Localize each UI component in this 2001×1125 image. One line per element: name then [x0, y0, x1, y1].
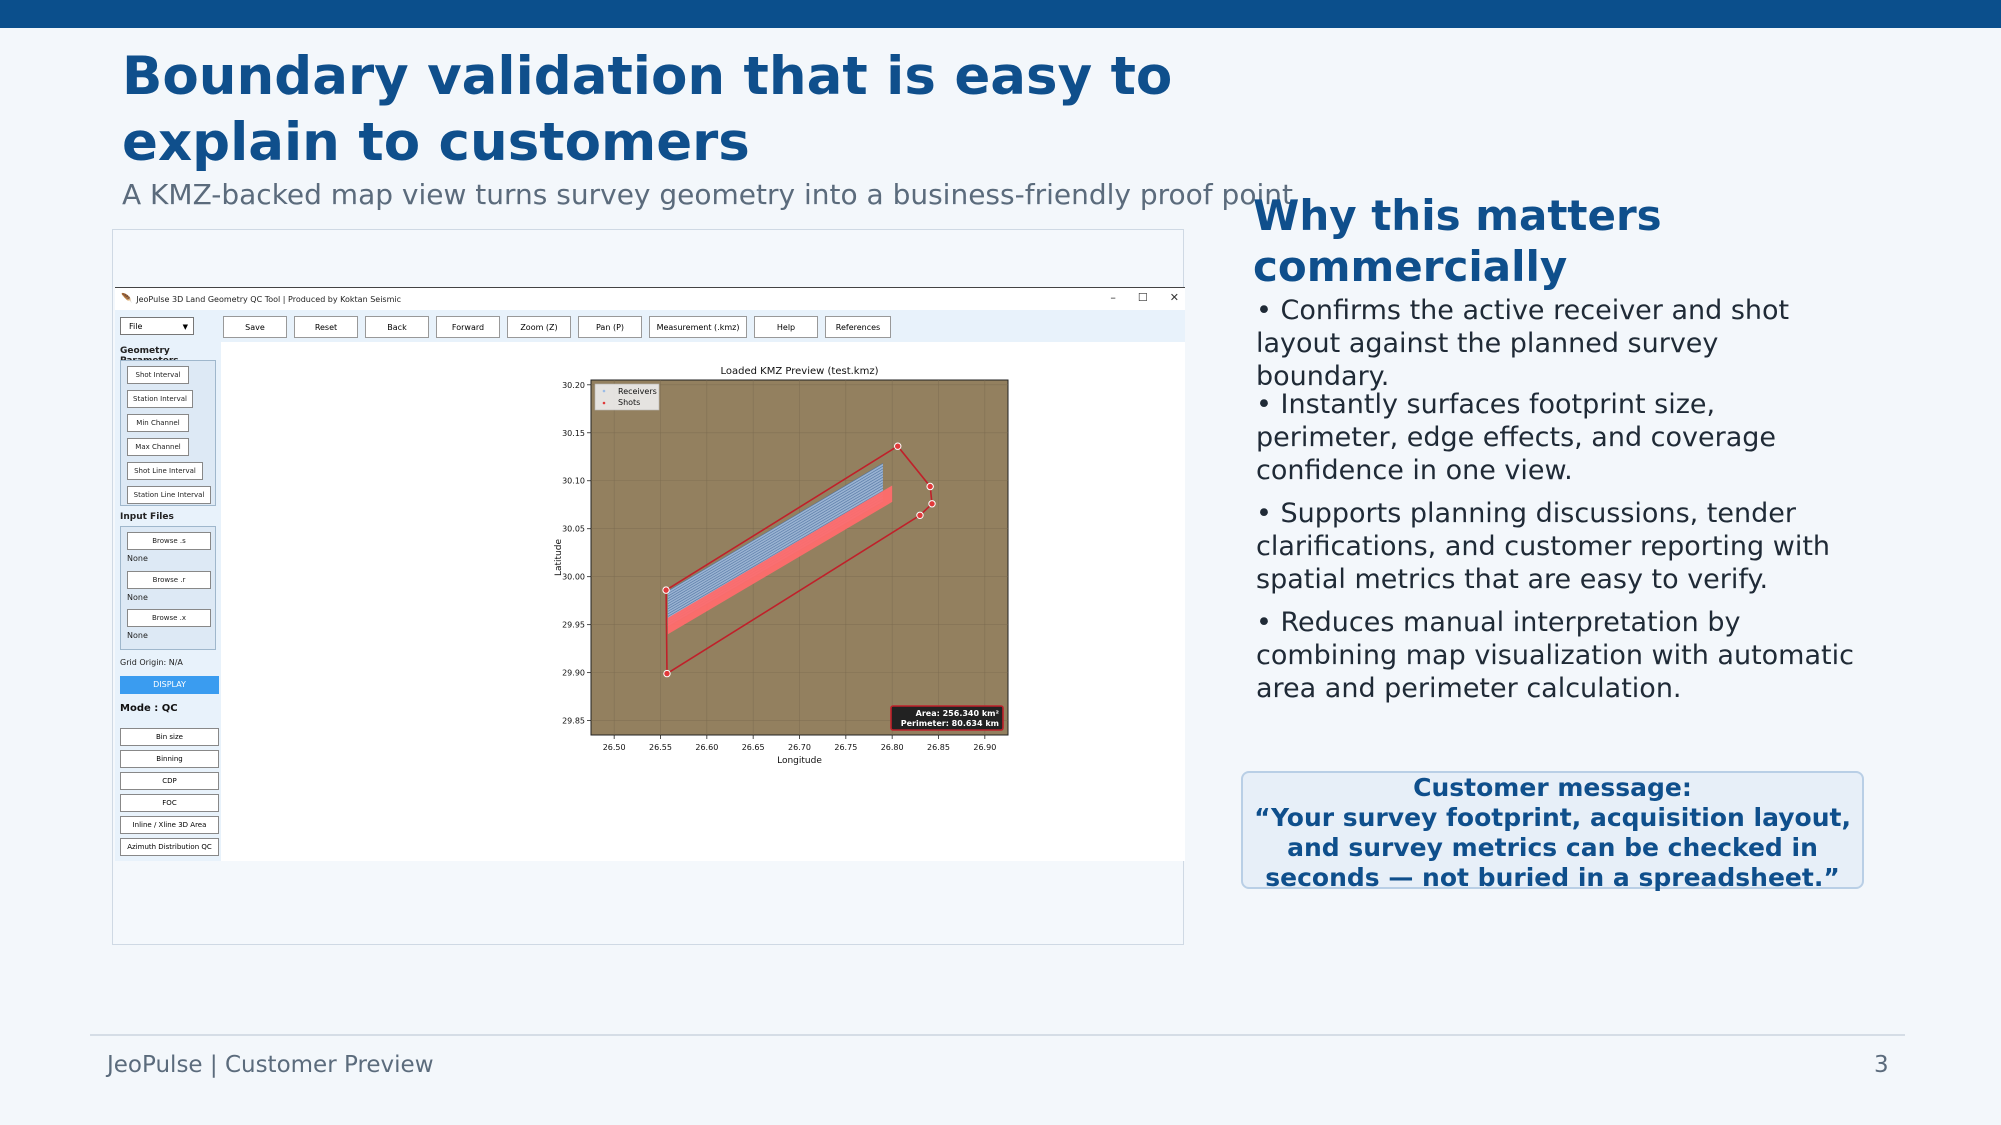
app-titlebar: 🪶 JeoPulse 3D Land Geometry QC Tool | Pr… [115, 288, 1185, 310]
app-window: 🪶 JeoPulse 3D Land Geometry QC Tool | Pr… [115, 287, 1185, 861]
references-button[interactable]: References [825, 316, 891, 338]
boundary-vertex [916, 511, 924, 519]
y-tick-label: 30.05 [562, 525, 585, 534]
y-tick-label: 30.10 [562, 477, 585, 486]
mode-label: Mode : QC [120, 703, 178, 714]
boundary-vertex [928, 500, 936, 508]
display-button[interactable]: DISPLAY [120, 676, 219, 694]
screenshot-frame: 🪶 JeoPulse 3D Land Geometry QC Tool | Pr… [112, 229, 1185, 945]
file-menu-label: File [129, 322, 143, 331]
bullet-1: • Confirms the active receiver and shot … [1256, 295, 1790, 392]
x-tick-label: 26.85 [927, 743, 950, 752]
foc-button[interactable]: FOC [120, 794, 219, 812]
geometry-parameters-box: Shot Interval Station Interval Min Chann… [120, 360, 216, 506]
input-x-status: None [127, 631, 148, 640]
y-tick-label: 30.15 [562, 429, 585, 438]
boundary-vertex [926, 482, 934, 491]
customer-message-heading: Customer message: [1413, 773, 1692, 802]
browse-s-button[interactable]: Browse .s [127, 532, 211, 550]
reset-button[interactable]: Reset [294, 316, 358, 338]
y-tick-label: 30.00 [562, 573, 585, 582]
y-tick-label: 29.85 [562, 717, 585, 726]
shot-line-interval-button[interactable]: Shot Line Interval [127, 462, 203, 480]
x-axis-label: Longitude [777, 756, 822, 766]
y-tick-label: 29.95 [562, 621, 585, 630]
browse-x-button[interactable]: Browse .x [127, 609, 211, 627]
station-interval-button[interactable]: Station Interval [127, 390, 193, 408]
toolbar: File ▼ Save Reset Back Forward Zoom (Z) … [115, 310, 1185, 342]
boundary-vertex [662, 586, 670, 594]
left-panel: Geometry Parameters Shot Interval Statio… [115, 342, 221, 861]
legend-receivers-marker [602, 389, 606, 393]
window-title: JeoPulse 3D Land Geometry QC Tool | Prod… [136, 294, 401, 304]
save-button[interactable]: Save [223, 316, 287, 338]
min-channel-button[interactable]: Min Channel [127, 414, 189, 432]
input-files-heading: Input Files [120, 512, 174, 522]
x-tick-label: 26.65 [742, 743, 765, 752]
input-s-status: None [127, 554, 148, 563]
customer-message-body: “Your survey footprint, acquisition layo… [1254, 803, 1851, 892]
measurement-button[interactable]: Measurement (.kmz) [649, 316, 747, 338]
close-icon[interactable]: ✕ [1170, 291, 1179, 304]
plot-area: Loaded KMZ Preview (test.kmz) 26.50 26.55 2… [221, 342, 1185, 861]
top-accent-bar [0, 0, 2001, 28]
kmz-preview-chart[interactable]: Loaded KMZ Preview (test.kmz) 26.50 26.55 2… [221, 342, 1185, 861]
browse-r-button[interactable]: Browse .r [127, 571, 211, 589]
why-heading: Why this matters commercially [1253, 191, 1662, 291]
customer-message-box: Customer message: “Your survey footprint… [1241, 771, 1864, 892]
x-tick-label: 26.50 [603, 743, 626, 752]
area-annotation: Area: 256.340 km² [916, 709, 1000, 718]
help-button[interactable]: Help [754, 316, 818, 338]
shot-interval-button[interactable]: Shot Interval [127, 366, 189, 384]
inline-xline-area-button[interactable]: Inline / Xline 3D Area [120, 816, 219, 834]
grid-origin: Grid Origin: N/A [120, 658, 183, 667]
y-tick-label: 29.90 [562, 669, 585, 678]
station-line-interval-button[interactable]: Station Line Interval [127, 486, 211, 504]
x-tick-label: 26.60 [695, 743, 718, 752]
boundary-vertex [894, 442, 902, 450]
footer-divider [90, 1034, 1905, 1036]
slide-title: Boundary validation that is easy to expl… [122, 46, 1173, 173]
cdp-button[interactable]: CDP [120, 772, 219, 790]
x-tick-label: 26.70 [788, 743, 811, 752]
legend-shots-label: Shots [618, 398, 640, 407]
max-channel-button[interactable]: Max Channel [127, 438, 189, 456]
legend-receivers-label: Receivers [618, 387, 657, 396]
footer-text: JeoPulse | Customer Preview [107, 1052, 434, 1078]
maximize-icon[interactable]: ☐ [1138, 291, 1148, 304]
bullet-3: • Supports planning discussions, tender … [1256, 498, 1831, 595]
x-tick-label: 26.55 [649, 743, 672, 752]
chevron-down-icon: ▼ [182, 323, 188, 331]
slide-subtitle: A KMZ-backed map view turns survey geome… [122, 178, 1293, 211]
azimuth-distribution-button[interactable]: Azimuth Distribution QC [120, 838, 219, 856]
y-tick-label: 30.20 [562, 381, 585, 390]
y-axis-label: Latitude [554, 539, 564, 577]
back-button[interactable]: Back [365, 316, 429, 338]
file-menu[interactable]: File ▼ [120, 317, 194, 335]
page-number: 3 [1874, 1052, 1889, 1078]
input-r-status: None [127, 593, 148, 602]
minimize-icon[interactable]: – [1110, 291, 1116, 304]
bullet-4: • Reduces manual interpretation by combi… [1256, 607, 1854, 704]
zoom-button[interactable]: Zoom (Z) [507, 316, 571, 338]
boundary-vertex [663, 669, 671, 678]
x-tick-label: 26.80 [881, 743, 904, 752]
feather-icon: 🪶 [121, 294, 133, 304]
legend-shots-marker [602, 401, 606, 405]
forward-button[interactable]: Forward [436, 316, 500, 338]
bin-size-button[interactable]: Bin size [120, 728, 219, 746]
x-tick-label: 26.90 [973, 743, 996, 752]
perimeter-annotation: Perimeter: 80.634 km [901, 719, 999, 728]
binning-button[interactable]: Binning [120, 750, 219, 768]
bullet-2: • Instantly surfaces footprint size, per… [1256, 389, 1777, 486]
input-files-box: Browse .s None Browse .r None Browse .x … [120, 526, 216, 650]
chart-title: Loaded KMZ Preview (test.kmz) [721, 366, 879, 377]
x-tick-label: 26.75 [834, 743, 857, 752]
pan-button[interactable]: Pan (P) [578, 316, 642, 338]
